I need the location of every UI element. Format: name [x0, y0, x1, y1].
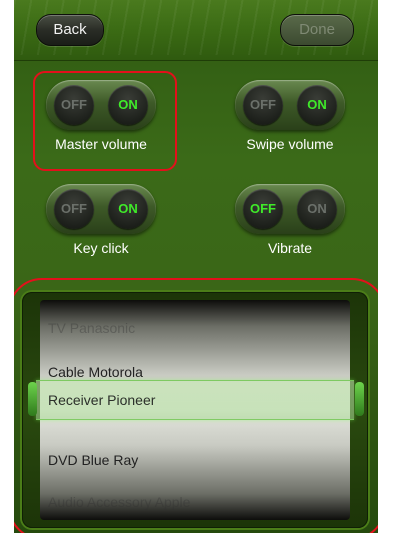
key-click-off-button[interactable]: OFF [54, 189, 94, 229]
swipe-volume-toggle[interactable]: OFF ON [235, 80, 345, 130]
swipe-volume-on-button[interactable]: ON [297, 85, 337, 125]
vibrate-on-button[interactable]: ON [297, 189, 337, 229]
swipe-volume-label: Swipe volume [246, 136, 334, 152]
back-button[interactable]: Back [36, 14, 104, 46]
swipe-volume-setting: OFF ON Swipe volume [225, 80, 355, 160]
vibrate-setting: OFF ON Vibrate [225, 184, 355, 264]
navigation-bar: Back Done [14, 0, 378, 61]
done-button[interactable]: Done [280, 14, 354, 46]
swipe-volume-off-button[interactable]: OFF [243, 85, 283, 125]
master-volume-highlight [33, 71, 177, 171]
vibrate-toggle[interactable]: OFF ON [235, 184, 345, 234]
picker-highlight [14, 278, 378, 533]
vibrate-label: Vibrate [267, 240, 313, 256]
key-click-setting: OFF ON Key click [36, 184, 166, 264]
key-click-label: Key click [73, 240, 129, 256]
key-click-toggle[interactable]: OFF ON [46, 184, 156, 234]
vibrate-off-button[interactable]: OFF [243, 189, 283, 229]
device-screen: Back Done OFF ON Master volume OFF ON Sw… [14, 0, 378, 533]
key-click-on-button[interactable]: ON [108, 189, 148, 229]
